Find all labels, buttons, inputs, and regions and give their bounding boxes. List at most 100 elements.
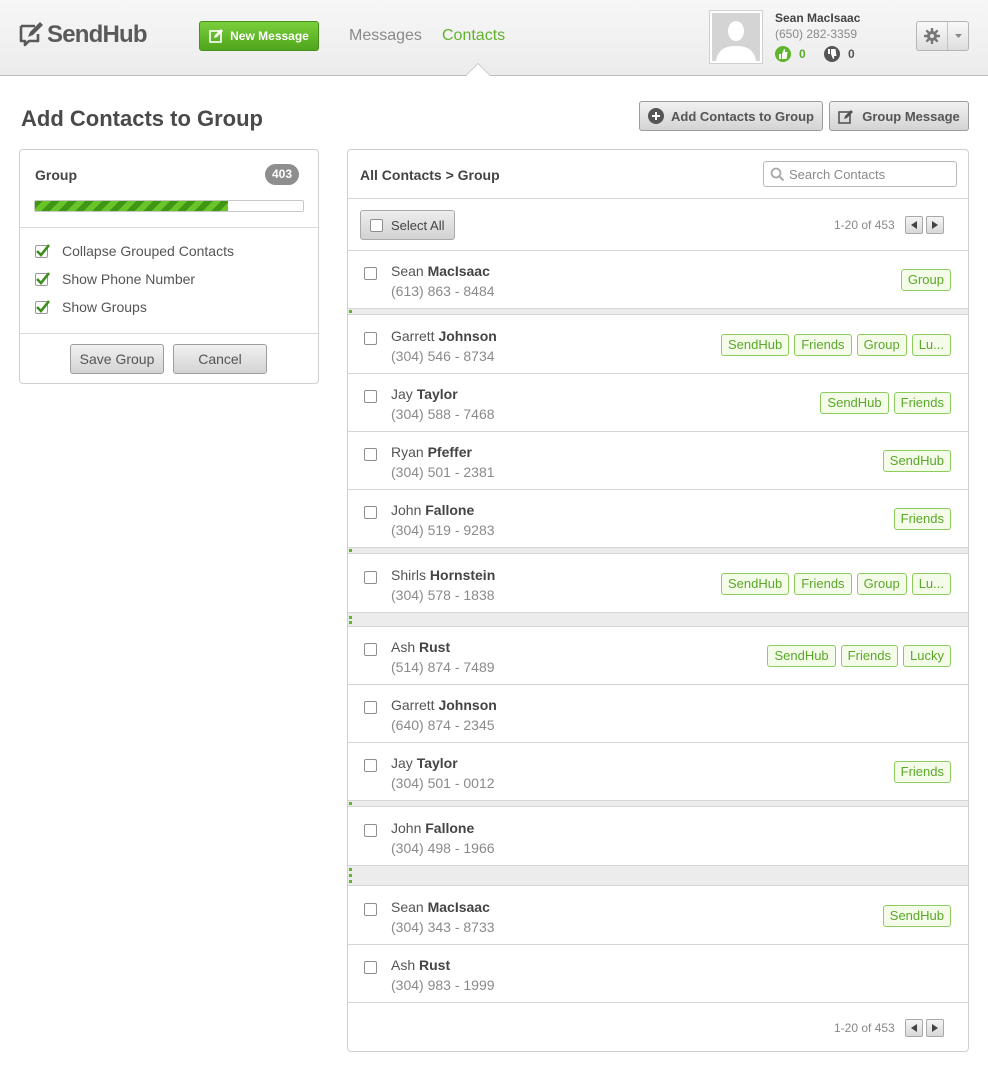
- contact-checkbox[interactable]: [364, 506, 377, 519]
- contact-name[interactable]: Garrett Johnson: [391, 697, 497, 713]
- group-tag[interactable]: Group: [900, 269, 951, 291]
- contact-row[interactable]: Ryan Pfeffer (304) 501 - 2381 SendHub: [348, 432, 968, 490]
- contact-name[interactable]: Ash Rust: [391, 639, 450, 655]
- add-contacts-to-group-label: Add Contacts to Group: [671, 108, 814, 124]
- group-tag[interactable]: Lu...: [911, 334, 951, 356]
- contact-checkbox[interactable]: [364, 643, 377, 656]
- contact-checkbox[interactable]: [364, 390, 377, 403]
- contact-name[interactable]: Sean MacIsaac: [391, 899, 490, 915]
- collapsed-group-separator[interactable]: [348, 309, 968, 315]
- search-box[interactable]: [763, 161, 957, 187]
- option-label: Collapse Grouped Contacts: [62, 243, 234, 259]
- contact-name[interactable]: John Fallone: [391, 820, 474, 836]
- option-show-phone[interactable]: Show Phone Number: [35, 271, 195, 287]
- select-all-checkbox[interactable]: [370, 218, 383, 232]
- search-input[interactable]: [789, 162, 951, 186]
- contact-checkbox[interactable]: [364, 448, 377, 461]
- next-page-button[interactable]: [925, 216, 944, 234]
- contact-last-name: Taylor: [416, 755, 458, 771]
- prev-page-button[interactable]: [904, 1019, 923, 1037]
- contact-name[interactable]: Sean MacIsaac: [391, 263, 490, 279]
- contact-row[interactable]: Jay Taylor (304) 501 - 0012 Friends: [348, 743, 968, 801]
- nav-messages[interactable]: Messages: [349, 27, 422, 45]
- contact-checkbox[interactable]: [364, 759, 377, 772]
- default-avatar-icon: [712, 13, 760, 61]
- group-tag[interactable]: SendHub: [882, 450, 951, 472]
- group-tag[interactable]: Friends: [794, 573, 852, 595]
- nav-contacts[interactable]: Contacts: [442, 27, 505, 45]
- add-contacts-to-group-button[interactable]: Add Contacts to Group: [639, 101, 823, 131]
- group-tag[interactable]: SendHub: [720, 573, 790, 595]
- collapsed-group-separator[interactable]: [348, 548, 968, 554]
- checkbox-show-groups[interactable]: [35, 299, 50, 314]
- group-tag[interactable]: Group: [856, 334, 907, 356]
- contact-name[interactable]: Shirls Hornstein: [391, 567, 495, 583]
- group-tag[interactable]: Friends: [893, 508, 951, 530]
- select-all-button[interactable]: Select All: [360, 210, 455, 240]
- contact-name[interactable]: Ryan Pfeffer: [391, 444, 472, 460]
- group-tag[interactable]: Friends: [893, 761, 951, 783]
- contact-row[interactable]: Shirls Hornstein (304) 578 - 1838 SendHub F…: [348, 555, 968, 613]
- contact-name[interactable]: Jay Taylor: [391, 755, 458, 771]
- contact-phone: (304) 588 - 7468: [391, 406, 495, 422]
- collapsed-group-separator[interactable]: [348, 613, 968, 627]
- collapsed-group-separator[interactable]: [348, 866, 968, 886]
- contact-checkbox[interactable]: [364, 903, 377, 916]
- checkbox-show-phone[interactable]: [35, 271, 50, 286]
- group-tag[interactable]: Friends: [794, 334, 852, 356]
- contact-first-name: Ryan: [391, 444, 424, 460]
- contact-checkbox[interactable]: [364, 571, 377, 584]
- contact-checkbox[interactable]: [364, 332, 377, 345]
- sendhub-logo[interactable]: SendHub: [18, 22, 148, 48]
- new-message-label: New Message: [230, 29, 309, 43]
- group-marker: [349, 802, 352, 805]
- group-marker: [349, 310, 352, 313]
- contact-tags: SendHub Friends Lucky: [762, 645, 951, 667]
- group-tag[interactable]: SendHub: [767, 645, 836, 667]
- collapsed-group-separator[interactable]: [348, 801, 968, 807]
- next-page-button[interactable]: [925, 1019, 944, 1037]
- group-message-button[interactable]: Group Message: [829, 101, 969, 131]
- user-avatar[interactable]: [709, 10, 763, 64]
- contact-row[interactable]: Sean MacIsaac (304) 343 - 8733 SendHub: [348, 887, 968, 945]
- contact-row[interactable]: Ash Rust (304) 983 - 1999: [348, 945, 968, 1003]
- contact-checkbox[interactable]: [364, 824, 377, 837]
- contact-row[interactable]: John Fallone (304) 498 - 1966: [348, 808, 968, 866]
- contact-checkbox[interactable]: [364, 701, 377, 714]
- group-tag[interactable]: SendHub: [720, 334, 790, 356]
- option-collapse-grouped[interactable]: Collapse Grouped Contacts: [35, 243, 234, 259]
- contact-name[interactable]: Garrett Johnson: [391, 328, 497, 344]
- group-tag[interactable]: SendHub: [820, 392, 889, 414]
- group-marker: [349, 868, 352, 871]
- settings-menu-button[interactable]: [916, 21, 969, 51]
- contact-checkbox[interactable]: [364, 961, 377, 974]
- cancel-button[interactable]: Cancel: [173, 344, 267, 374]
- group-tag[interactable]: Lucky: [903, 645, 951, 667]
- option-show-groups[interactable]: Show Groups: [35, 299, 147, 315]
- contact-name[interactable]: Ash Rust: [391, 957, 450, 973]
- prev-page-button[interactable]: [904, 216, 923, 234]
- contact-name[interactable]: Jay Taylor: [391, 386, 458, 402]
- group-tag[interactable]: Friends: [840, 645, 899, 667]
- group-tag[interactable]: Group: [856, 573, 907, 595]
- contact-name[interactable]: John Fallone: [391, 502, 474, 518]
- group-tag[interactable]: SendHub: [882, 905, 951, 927]
- group-tag[interactable]: Friends: [893, 392, 951, 414]
- option-label: Show Groups: [62, 299, 147, 315]
- contact-phone: (613) 863 - 8484: [391, 283, 495, 299]
- new-message-button[interactable]: New Message: [199, 21, 319, 51]
- contact-row[interactable]: John Fallone (304) 519 - 9283 Friends: [348, 490, 968, 548]
- contact-row[interactable]: Ash Rust (514) 874 - 7489 SendHub Friends Lu…: [348, 627, 968, 685]
- contact-first-name: Sean: [391, 899, 424, 915]
- contact-row[interactable]: Jay Taylor (304) 588 - 7468 SendHub Friends: [348, 374, 968, 432]
- user-name[interactable]: Sean MacIsaac: [775, 11, 860, 25]
- group-tag[interactable]: Lu...: [911, 573, 951, 595]
- contact-first-name: John: [391, 820, 422, 836]
- contact-row[interactable]: Garrett Johnson (640) 874 - 2345: [348, 685, 968, 743]
- group-count-badge: 403: [265, 164, 300, 185]
- checkbox-collapse-grouped[interactable]: [35, 243, 50, 258]
- contact-row[interactable]: Garrett Johnson (304) 546 - 8734 SendHub Fr…: [348, 316, 968, 374]
- contact-checkbox[interactable]: [364, 267, 377, 280]
- contact-row[interactable]: Sean MacIsaac (613) 863 - 8484 Group: [348, 251, 968, 309]
- save-group-button[interactable]: Save Group: [70, 344, 164, 374]
